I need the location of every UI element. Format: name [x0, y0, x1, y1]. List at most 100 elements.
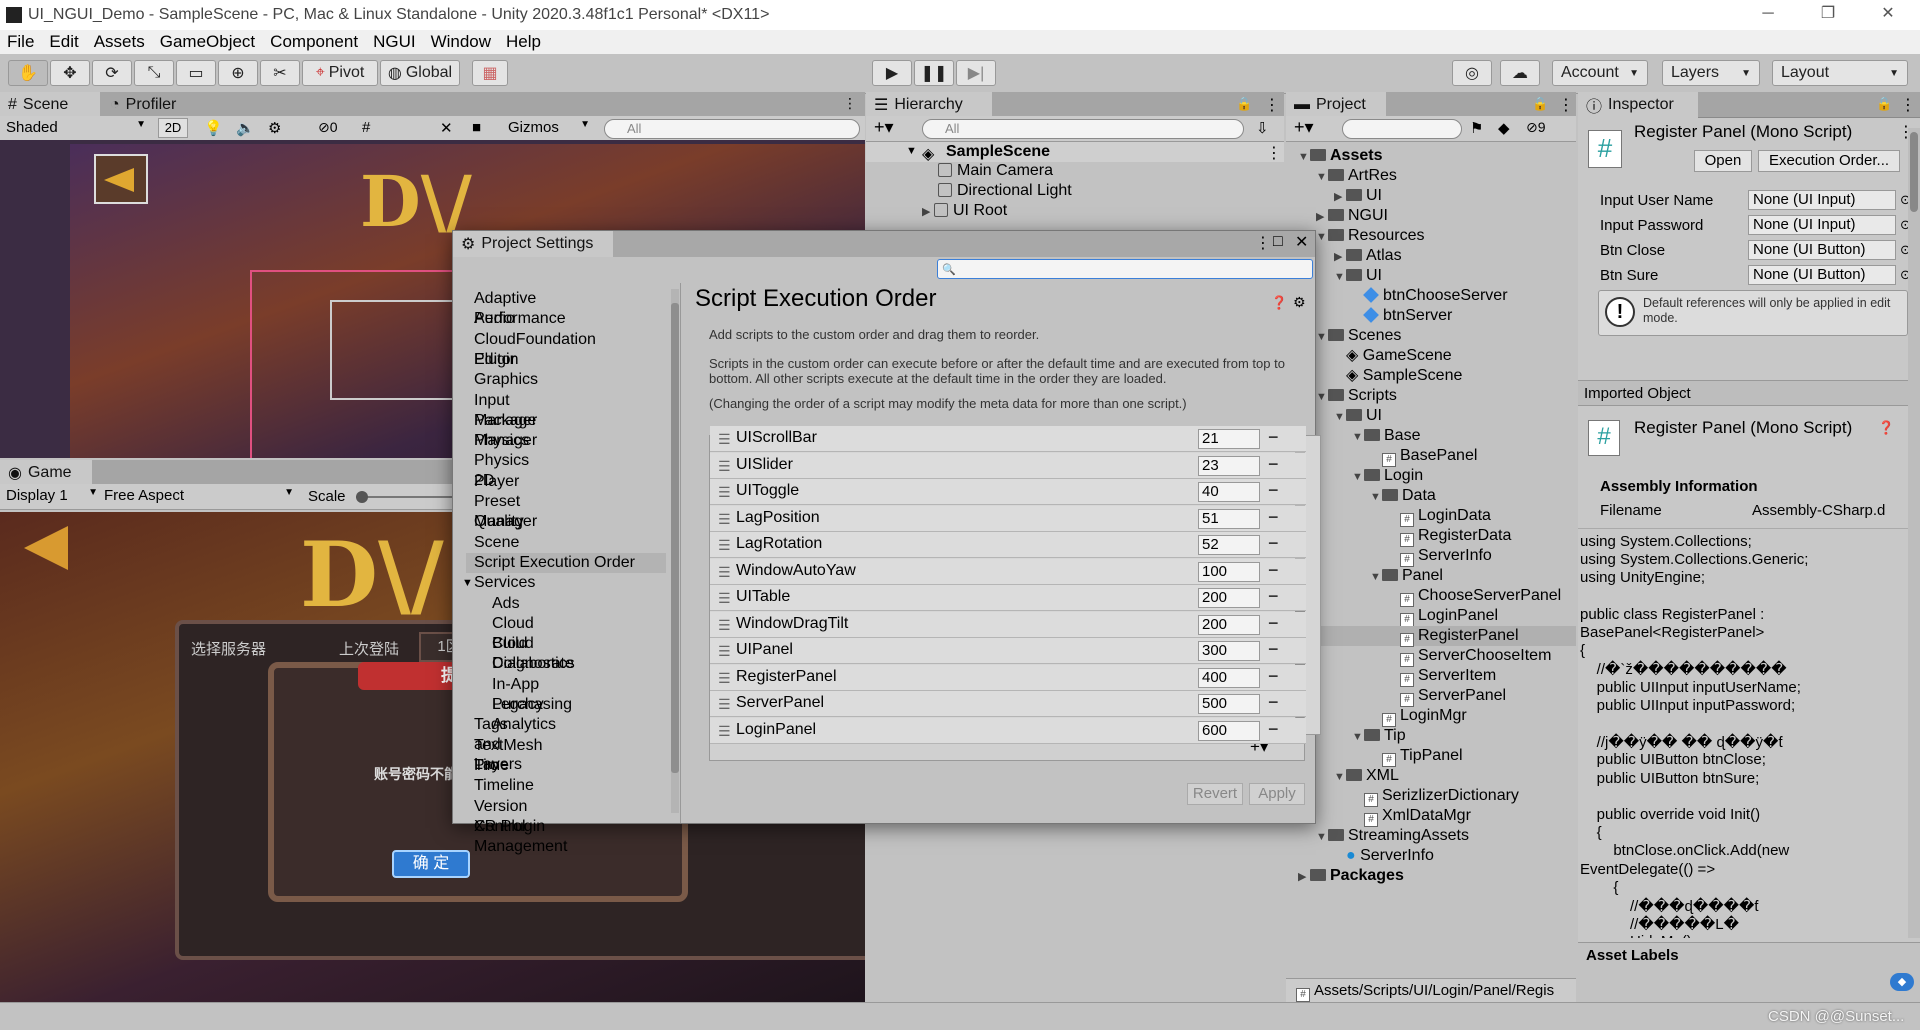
expand-arrow-icon[interactable]: ▼	[1316, 327, 1328, 347]
script-order-row[interactable]: ☰ ServerPanel 500−	[710, 691, 1306, 717]
settings-nav-item[interactable]: Services	[474, 573, 535, 593]
expand-arrow-icon[interactable]: ▼	[1370, 567, 1382, 587]
remove-icon[interactable]: −	[1268, 507, 1279, 528]
remove-icon[interactable]: −	[1268, 586, 1279, 607]
step-button[interactable]: ▶|	[956, 60, 996, 86]
project-item[interactable]: ▶ Packages	[1286, 866, 1576, 886]
maximize-icon[interactable]: □	[1273, 233, 1283, 251]
expand-arrow-icon[interactable]: ▼	[1352, 467, 1364, 487]
grid-icon[interactable]: #	[362, 119, 370, 136]
settings-nav-item[interactable]: Script Execution Order	[466, 552, 666, 573]
script-order-row[interactable]: ☰ LoginPanel 600−	[710, 717, 1306, 744]
order-value-input[interactable]: 51	[1198, 508, 1260, 529]
drag-handle-icon[interactable]: ☰	[718, 431, 731, 448]
menu-ngui[interactable]: NGUI	[366, 32, 424, 52]
settings-nav-item[interactable]: Time	[474, 756, 509, 776]
settings-nav-item[interactable]: Input Manager	[474, 391, 537, 429]
layout-dropdown[interactable]: Layout ▼	[1772, 60, 1908, 86]
menu-edit[interactable]: Edit	[42, 32, 86, 52]
camera-icon[interactable]: ■	[472, 119, 481, 136]
audio-icon[interactable]: 🔈	[236, 119, 255, 137]
script-order-row[interactable]: ☰ WindowAutoYaw 100−	[710, 558, 1306, 585]
project-item[interactable]: ▼ Login	[1286, 466, 1576, 486]
expand-arrow-icon[interactable]: ▼	[1370, 487, 1382, 507]
collapse-arrow-icon[interactable]: ▶	[1334, 187, 1346, 207]
rect-tool-icon[interactable]: ▭	[176, 60, 216, 86]
drag-handle-icon[interactable]: ☰	[718, 670, 731, 687]
account-dropdown[interactable]: Account ▼	[1552, 60, 1648, 86]
hierarchy-item[interactable]: ▶ UI Root	[922, 202, 1007, 220]
project-item[interactable]: ▼ XML	[1286, 766, 1576, 786]
settings-nav-item[interactable]: Physics	[474, 431, 529, 451]
hidden-objects-icon[interactable]: ⊘0	[318, 119, 338, 136]
settings-nav-item[interactable]: CloudFoundation Plugin	[474, 330, 596, 368]
panel-menu-icon[interactable]: ⋮	[1900, 95, 1916, 115]
filter-type-icon[interactable]: ⚑	[1470, 119, 1483, 137]
tab-hierarchy[interactable]: ☰ Hierarchy	[866, 92, 992, 118]
help-icon[interactable]: ❓	[1878, 420, 1894, 436]
project-item[interactable]: ▼ Assets	[1286, 146, 1576, 166]
hierarchy-item[interactable]: Directional Light	[938, 182, 1072, 200]
settings-nav-item[interactable]: Ads	[492, 594, 520, 614]
project-item[interactable]: ▼ Panel	[1286, 566, 1576, 586]
project-item[interactable]: # ServerItem	[1286, 666, 1576, 687]
order-value-input[interactable]: 600	[1198, 720, 1260, 741]
expand-arrow-icon[interactable]: ▼	[1316, 827, 1328, 847]
expand-arrow-icon[interactable]: ▼	[1352, 427, 1364, 447]
script-order-row[interactable]: ☰ UITable 200−	[710, 585, 1306, 611]
project-item[interactable]: ▶ UI	[1286, 186, 1576, 206]
cloud-icon[interactable]: ☁	[1500, 60, 1540, 86]
preset-gear-icon[interactable]: ⚙	[1293, 294, 1306, 311]
scale-tool-icon[interactable]: ⤡	[134, 60, 174, 86]
input-password-field[interactable]: None (UI Input)	[1748, 215, 1896, 235]
order-value-input[interactable]: 200	[1198, 614, 1260, 635]
order-value-input[interactable]: 100	[1198, 561, 1260, 582]
tab-project[interactable]: ▬ Project	[1286, 92, 1386, 118]
remove-icon[interactable]: −	[1268, 480, 1279, 501]
drag-handle-icon[interactable]: ☰	[718, 537, 731, 554]
collapse-arrow-icon[interactable]: ▶	[1316, 207, 1328, 227]
project-item[interactable]: ◈ SampleScene	[1286, 366, 1576, 386]
drag-handle-icon[interactable]: ☰	[718, 564, 731, 581]
tab-inspector[interactable]: ⓘ Inspector	[1578, 92, 1698, 118]
order-value-input[interactable]: 500	[1198, 694, 1260, 714]
revert-button[interactable]: Revert	[1187, 783, 1243, 805]
drag-handle-icon[interactable]: ☰	[718, 484, 731, 501]
project-item[interactable]: btnChooseServer	[1286, 286, 1576, 306]
remove-icon[interactable]: −	[1268, 613, 1279, 634]
drag-handle-icon[interactable]: ☰	[718, 643, 731, 660]
collapse-arrow-icon[interactable]: ▶	[1298, 867, 1310, 887]
expand-arrow-icon[interactable]: ▼	[1334, 767, 1346, 787]
hand-tool-icon[interactable]: ✋	[8, 60, 48, 86]
project-item[interactable]: # TipPanel	[1286, 746, 1576, 767]
add-icon[interactable]: +▾	[1294, 117, 1314, 138]
aspect-dropdown[interactable]: Free Aspect ▼	[104, 487, 294, 504]
menu-help[interactable]: Help	[499, 32, 549, 52]
expand-arrow-icon[interactable]: ▼	[1352, 727, 1364, 747]
settings-nav-item[interactable]: Player	[474, 472, 519, 492]
scene-row[interactable]: ▼ ◈ SampleScene ⋮	[866, 142, 1284, 163]
script-order-row[interactable]: ☰ UIPanel 300−	[710, 638, 1306, 664]
settings-nav-item[interactable]: Quality	[474, 512, 524, 532]
transform-tool-icon[interactable]: ⊕	[218, 60, 258, 86]
project-item[interactable]: # XmlDataMgr	[1286, 806, 1576, 827]
collapse-arrow-icon[interactable]: ▶	[1334, 247, 1346, 267]
scene-menu-icon[interactable]: ⋮	[1266, 143, 1282, 163]
settings-search-input[interactable]: 🔍	[937, 259, 1313, 279]
settings-nav-item[interactable]: Package Manager	[474, 411, 537, 449]
project-search-input[interactable]	[1342, 119, 1462, 139]
expand-arrow-icon[interactable]: ▼	[1334, 407, 1346, 427]
tab-profiler[interactable]: ◔ Profiler	[102, 92, 202, 118]
project-item[interactable]: # SerizlizerDictionary	[1286, 786, 1576, 807]
back-arrow-icon[interactable]	[24, 526, 68, 570]
rotate-tool-icon[interactable]: ⟳	[92, 60, 132, 86]
order-value-input[interactable]: 400	[1198, 667, 1260, 688]
settings-nav-item[interactable]: Timeline	[474, 776, 534, 796]
project-item[interactable]: # ChooseServerPanel	[1286, 586, 1576, 607]
add-icon[interactable]: +▾	[874, 117, 894, 138]
order-value-input[interactable]: 40	[1198, 482, 1260, 502]
settings-nav-item[interactable]: Physics 2D	[474, 451, 529, 489]
lighting-icon[interactable]: 💡	[204, 119, 223, 137]
lock-icon[interactable]: 🔒	[1236, 96, 1252, 112]
project-item[interactable]: btnServer	[1286, 306, 1576, 326]
